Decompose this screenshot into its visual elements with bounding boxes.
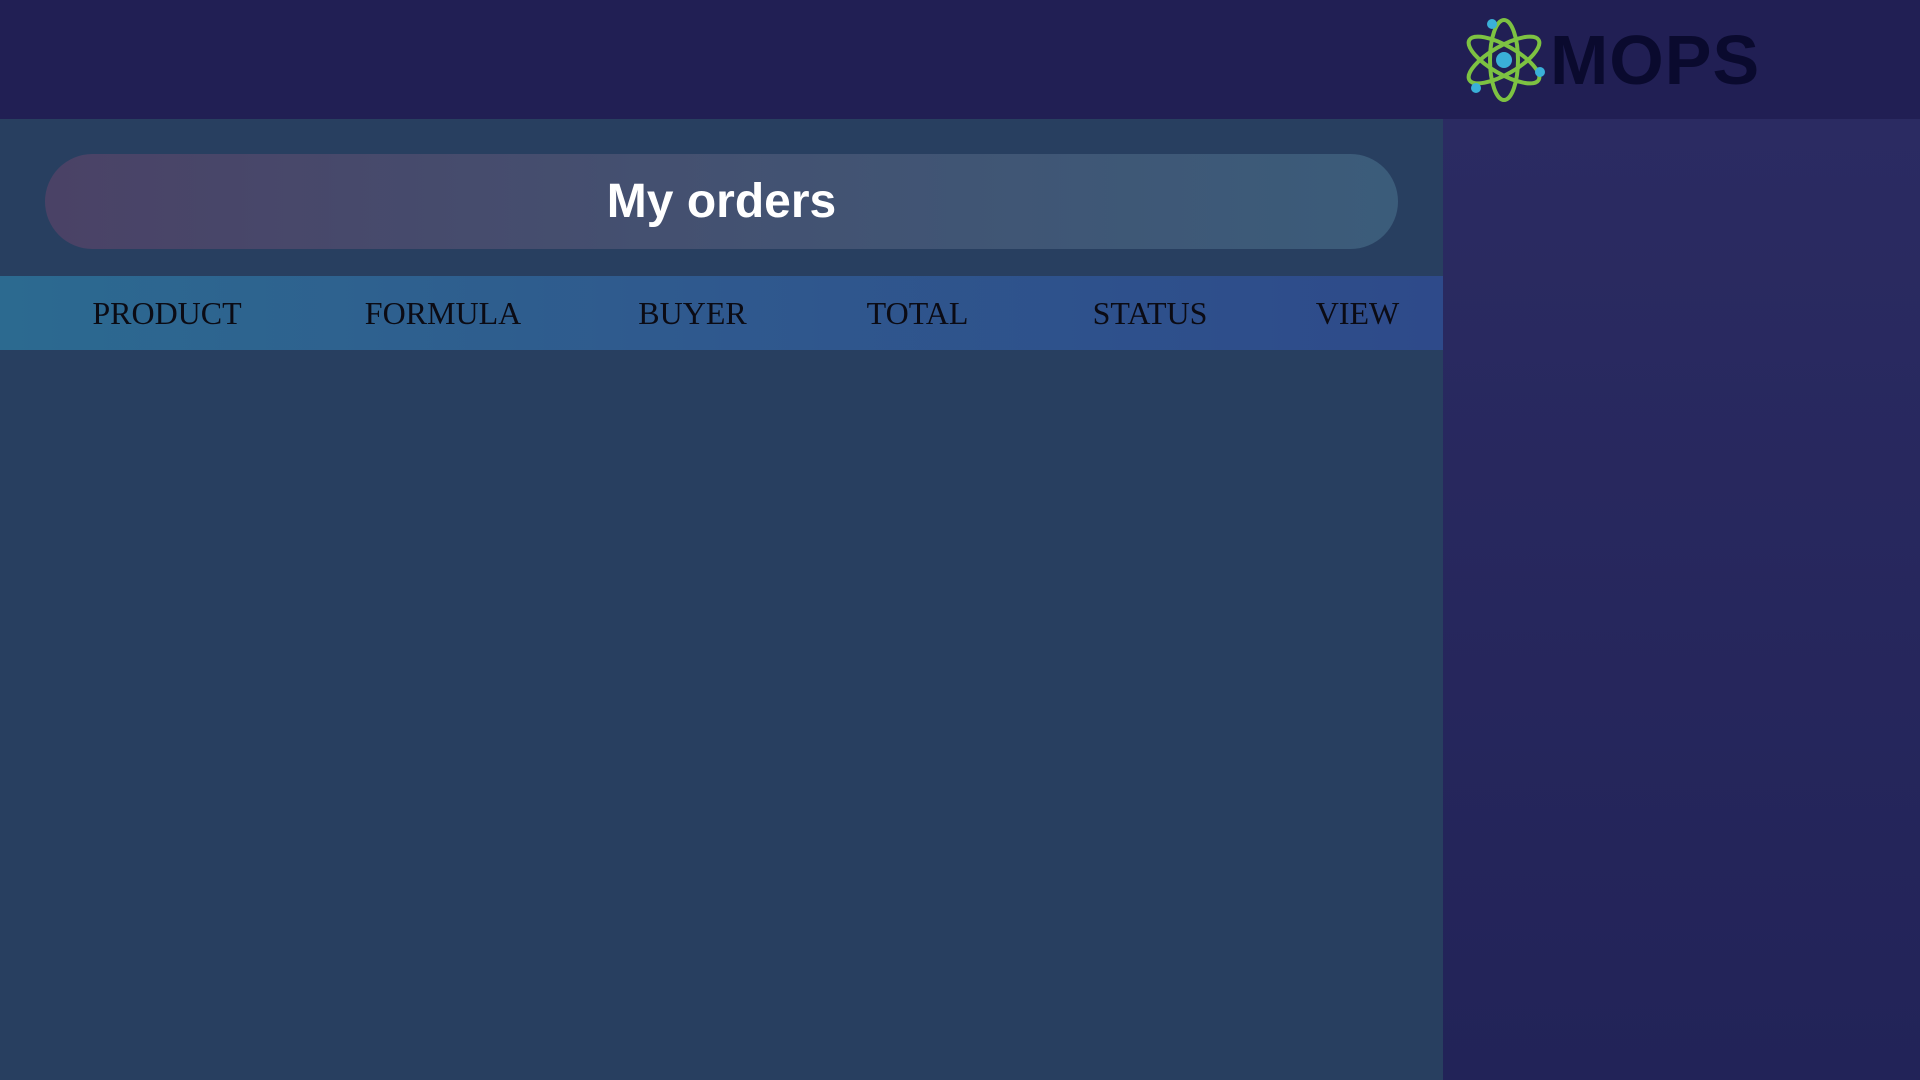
column-header-status: STATUS <box>1092 294 1208 331</box>
column-header-product: PRODUCT <box>92 294 242 331</box>
column-header-buyer: BUYER <box>638 294 747 331</box>
column-header-total: TOTAL <box>866 294 969 331</box>
right-sidebar <box>1443 119 1920 1080</box>
column-header-formula: FORMULA <box>364 294 522 331</box>
atom-icon <box>1466 18 1545 102</box>
page-title-banner: My orders <box>45 154 1398 249</box>
orders-panel: My orders PRODUCT FORMULA BUYER TOTAL ST… <box>0 119 1443 1080</box>
brand-logo[interactable]: MOPS <box>1462 14 1760 106</box>
orders-table-header: PRODUCT FORMULA BUYER TOTAL STATUS VIEW <box>0 276 1443 350</box>
page-title: My orders <box>606 175 837 228</box>
column-header-view: VIEW <box>1315 294 1400 331</box>
top-bar: MOPS <box>0 0 1920 119</box>
orders-table-body <box>0 350 1443 1080</box>
brand-name: MOPS <box>1550 21 1761 99</box>
